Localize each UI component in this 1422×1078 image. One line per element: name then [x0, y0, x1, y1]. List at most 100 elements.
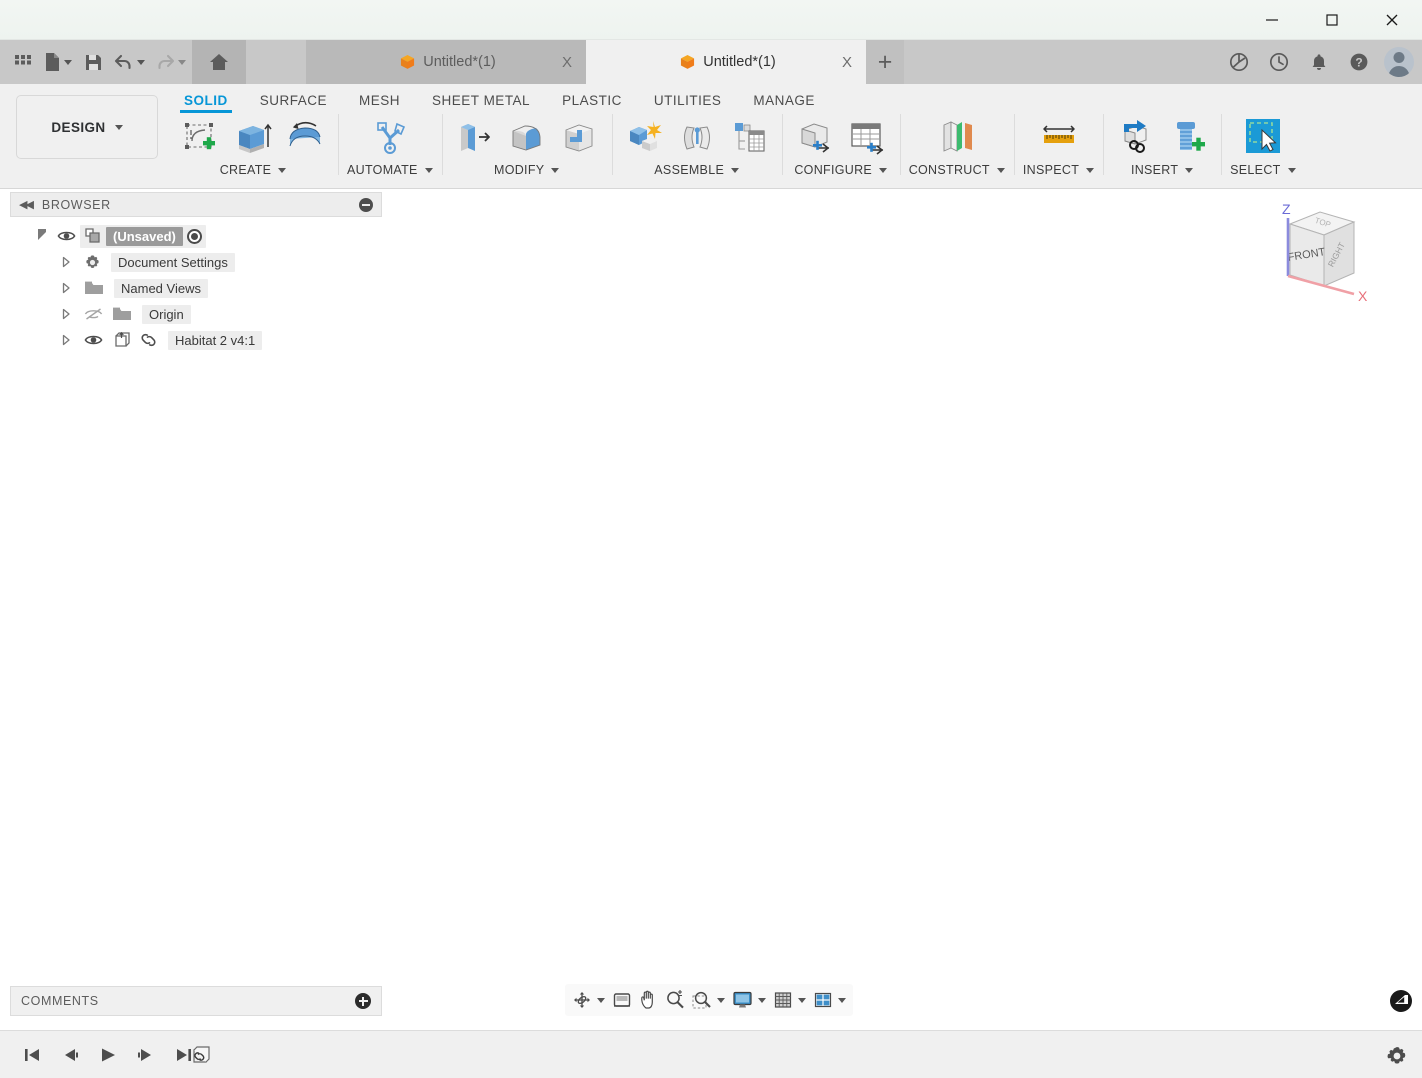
document-tab-2-close[interactable]: X — [838, 53, 856, 71]
svg-text:75: 75 — [1121, 850, 1137, 866]
tree-node-unsaved[interactable]: (Unsaved) — [10, 223, 382, 249]
display-settings-icon[interactable] — [729, 986, 769, 1014]
browser-minimize-icon[interactable] — [359, 197, 373, 212]
collapse-icon[interactable]: ◀◀ — [19, 198, 34, 211]
joint-icon[interactable] — [673, 114, 721, 160]
insert-mcmaster-icon[interactable] — [1164, 114, 1212, 160]
svg-text:250: 250 — [1172, 748, 1195, 766]
extrude-icon[interactable] — [229, 114, 277, 160]
ribbon-tab-mesh[interactable]: MESH — [343, 86, 416, 113]
tree-node-document-settings[interactable]: Document Settings — [10, 249, 382, 275]
tree-node-origin[interactable]: Origin — [10, 301, 382, 327]
document-tab-1[interactable]: Untitled*(1) X — [306, 40, 586, 84]
home-icon[interactable] — [192, 40, 246, 84]
ribbon-group-assemble-label[interactable]: ASSEMBLE — [654, 163, 740, 177]
grid-snaps-icon[interactable] — [770, 986, 809, 1014]
timeline-play-button[interactable] — [96, 1041, 120, 1069]
save-icon[interactable] — [78, 43, 108, 81]
timeline-step-forward-button[interactable] — [134, 1041, 158, 1069]
ribbon-group-select: SELECT — [1221, 110, 1304, 187]
habitat-model[interactable] — [498, 646, 812, 976]
look-at-icon[interactable] — [609, 986, 635, 1014]
eye-hidden-icon[interactable] — [84, 307, 103, 321]
ribbon-group-insert-label[interactable]: INSERT — [1131, 163, 1194, 177]
fillet-icon[interactable] — [503, 114, 551, 160]
avatar[interactable] — [1384, 47, 1414, 77]
comments-panel[interactable]: COMMENTS — [10, 986, 382, 1016]
ribbon-tab-utilities[interactable]: UTILITIES — [638, 86, 738, 113]
landing-legs — [564, 863, 771, 976]
maximize-button[interactable] — [1302, 0, 1362, 40]
svg-text:175: 175 — [1148, 792, 1171, 810]
chevron-down-icon — [1185, 167, 1194, 173]
ribbon-group-configure-label[interactable]: CONFIGURE — [794, 163, 888, 177]
ribbon-group-select-label[interactable]: SELECT — [1230, 163, 1296, 177]
new-file-icon[interactable] — [40, 43, 76, 81]
help-icon[interactable]: ? — [1344, 47, 1374, 77]
pan-icon[interactable] — [636, 986, 661, 1014]
clock-icon[interactable] — [1264, 47, 1294, 77]
bom-icon[interactable] — [725, 114, 773, 160]
ribbon-group-automate-label[interactable]: AUTOMATE — [347, 163, 433, 177]
bell-icon[interactable] — [1304, 47, 1334, 77]
svg-text:175: 175 — [1079, 931, 1104, 954]
timeline-begin-button[interactable] — [20, 1041, 44, 1069]
minimize-button[interactable] — [1242, 0, 1302, 40]
document-tab-1-close[interactable]: X — [558, 53, 576, 71]
ribbon-tab-manage[interactable]: MANAGE — [737, 86, 831, 113]
configure-icon[interactable] — [791, 114, 839, 160]
zoom-window-icon[interactable] — [689, 986, 728, 1014]
ribbon-tab-plastic[interactable]: PLASTIC — [546, 86, 638, 113]
chevron-down-icon — [597, 997, 605, 1003]
workspace-selector[interactable]: DESIGN — [16, 95, 158, 159]
viewports-icon[interactable] — [810, 986, 849, 1014]
eye-visible-icon[interactable] — [57, 229, 76, 243]
eye-visible-icon[interactable] — [84, 333, 103, 347]
habitat-front-face — [554, 755, 653, 893]
undo-icon[interactable] — [110, 43, 149, 81]
configure-table-icon[interactable] — [843, 114, 891, 160]
ribbon-group-construct-label[interactable]: CONSTRUCT — [909, 163, 1005, 177]
ribbon-tab-sheet-metal[interactable]: SHEET METAL — [416, 86, 546, 113]
measure-icon[interactable] — [1035, 114, 1083, 160]
expand-arrow-icon[interactable] — [38, 228, 49, 240]
ribbon-group-assemble: ASSEMBLE — [611, 110, 782, 187]
select-icon[interactable] — [1239, 114, 1287, 160]
ribbon-group-create-label[interactable]: CREATE — [220, 163, 287, 177]
construct-plane-icon[interactable] — [933, 114, 981, 160]
grid-menu-icon[interactable] — [8, 43, 38, 81]
insert-derive-icon[interactable] — [1112, 114, 1160, 160]
press-pull-icon[interactable] — [451, 114, 499, 160]
expand-arrow-icon[interactable] — [60, 308, 72, 320]
timeline-step-back-button[interactable] — [58, 1041, 82, 1069]
ribbon-group-inspect-label[interactable]: INSPECT — [1023, 163, 1095, 177]
add-comment-button[interactable] — [355, 993, 371, 1009]
shell-icon[interactable] — [555, 114, 603, 160]
svg-text:275: 275 — [1043, 1011, 1068, 1020]
view-cube[interactable]: FRONT RIGHT TOP Z X — [1258, 196, 1376, 308]
expand-arrow-icon[interactable] — [60, 282, 72, 294]
new-component-icon[interactable] — [621, 114, 669, 160]
tree-node-named-views[interactable]: Named Views — [10, 275, 382, 301]
document-tab-2[interactable]: Untitled*(1) X — [586, 40, 866, 84]
svg-text:450: 450 — [1236, 632, 1259, 650]
close-button[interactable] — [1362, 0, 1422, 40]
tree-node-habitat[interactable]: Habitat 2 v4:1 — [10, 327, 382, 353]
sketch-icon[interactable] — [177, 114, 225, 160]
new-tab-button[interactable]: + — [866, 40, 904, 84]
title-bar — [0, 0, 1422, 40]
timeline-settings-icon[interactable] — [1386, 1045, 1408, 1067]
timeline-feature-linked-component[interactable] — [186, 1039, 220, 1071]
expand-arrow-icon[interactable] — [60, 256, 72, 268]
activate-component-radio[interactable] — [186, 228, 202, 244]
extension-icon[interactable] — [1224, 47, 1254, 77]
zoom-icon[interactable] — [662, 986, 688, 1014]
expand-arrow-icon[interactable] — [60, 334, 72, 346]
revolve-icon[interactable] — [281, 114, 329, 160]
ribbon-group-modify-label[interactable]: MODIFY — [494, 163, 560, 177]
orbit-icon[interactable] — [569, 986, 608, 1014]
ribbon-tab-surface[interactable]: SURFACE — [244, 86, 343, 113]
automate-icon[interactable] — [366, 114, 414, 160]
redo-icon[interactable] — [151, 43, 190, 81]
ribbon-tab-solid[interactable]: SOLID — [168, 86, 244, 113]
